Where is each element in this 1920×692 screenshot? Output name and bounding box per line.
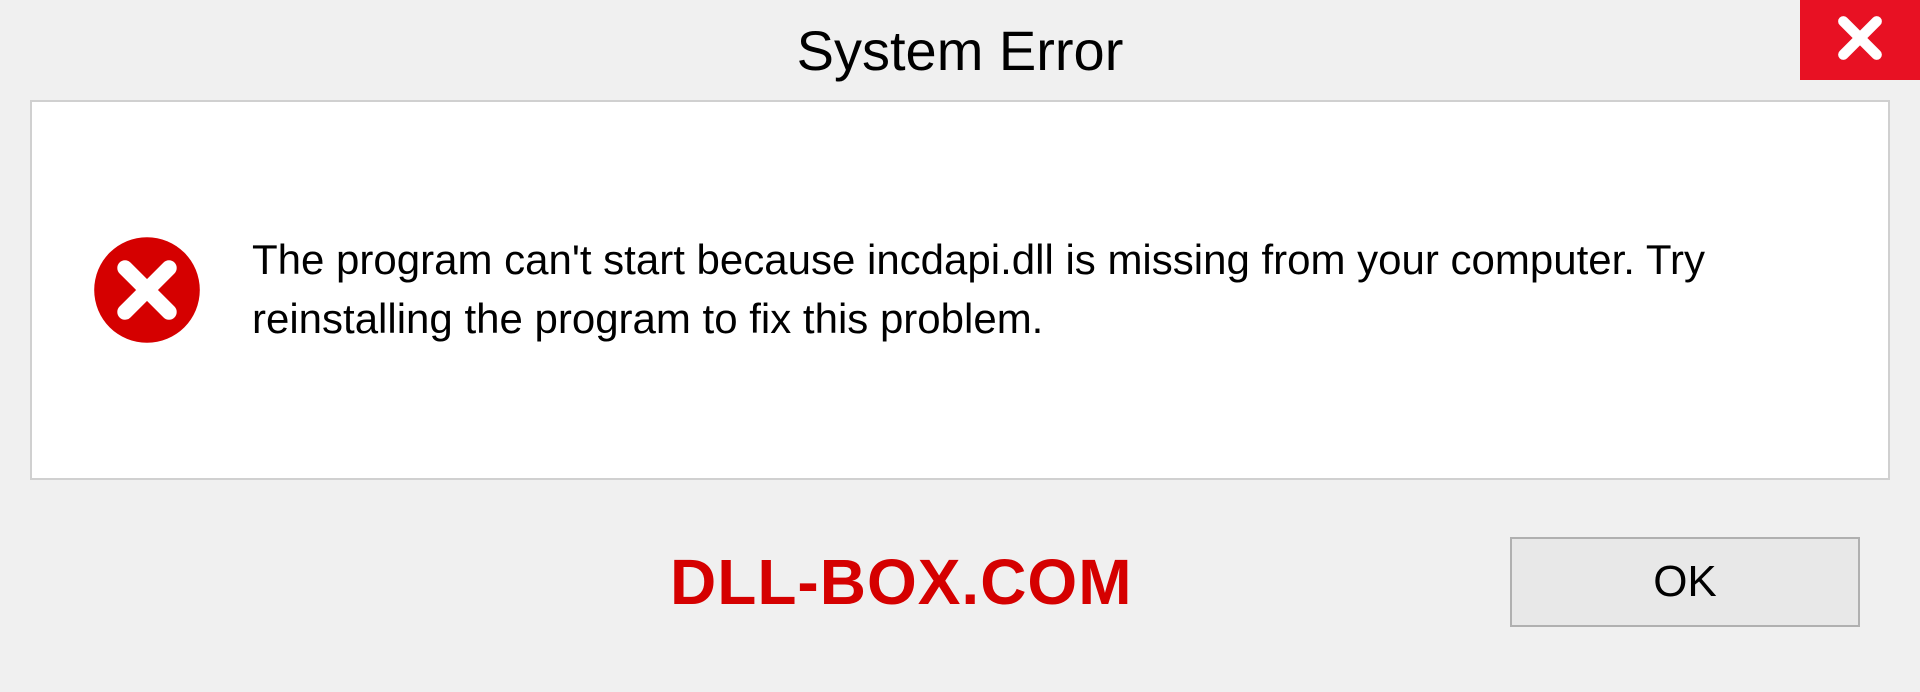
- close-button[interactable]: [1800, 0, 1920, 80]
- close-icon: [1835, 13, 1885, 68]
- error-icon: [92, 235, 202, 345]
- content-panel: The program can't start because incdapi.…: [30, 100, 1890, 480]
- error-message: The program can't start because incdapi.…: [252, 231, 1828, 349]
- ok-button[interactable]: OK: [1510, 537, 1860, 627]
- dialog-title: System Error: [797, 18, 1124, 83]
- system-error-dialog: System Error The program can't start bec…: [0, 0, 1920, 692]
- watermark-text: DLL-BOX.COM: [30, 545, 1133, 619]
- footer: DLL-BOX.COM OK: [0, 502, 1920, 692]
- titlebar: System Error: [0, 0, 1920, 100]
